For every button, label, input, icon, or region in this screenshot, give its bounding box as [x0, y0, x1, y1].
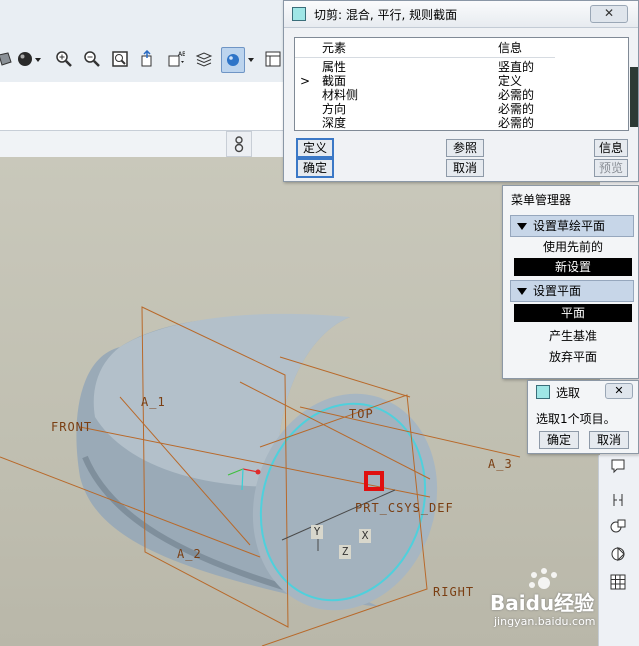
- menu-item-plane[interactable]: 平面: [514, 304, 632, 322]
- row-info: 必需的: [498, 116, 535, 130]
- menu-item-abandon-plane[interactable]: 放弃平面: [514, 348, 632, 366]
- collapse-triangle-icon: [517, 288, 527, 295]
- column-header-info: 信息: [498, 41, 523, 55]
- csys-y-label: Y: [311, 525, 323, 539]
- dialog-icon: [536, 385, 550, 399]
- watermark: Baidu经验 jingyan.baidu.com: [480, 567, 608, 637]
- grid-icon[interactable]: [609, 573, 627, 591]
- dropdown-arrow-icon[interactable]: [32, 47, 44, 71]
- feature-definition-dialog: 切剪: 混合, 平行, 规则截面 ✕ 元素 信息 属性 竖直的 > 截面 定义 …: [283, 0, 639, 182]
- menu-section-label: 设置草绘平面: [533, 219, 606, 233]
- row-element: 方向: [322, 102, 347, 116]
- axis-a2-label: A_2: [177, 547, 202, 561]
- menu-item-new-setting[interactable]: 新设置: [514, 258, 632, 276]
- select-dialog: 选取 ✕ 选取1个项目。 确定 取消: [527, 380, 639, 454]
- zoom-in-icon[interactable]: [53, 47, 75, 71]
- define-button[interactable]: 定义: [296, 138, 334, 158]
- ok-button[interactable]: 确定: [296, 158, 334, 178]
- row-info: 定义: [498, 74, 523, 88]
- model-tree-icon[interactable]: [262, 47, 284, 71]
- menu-section-set-plane[interactable]: 设置平面: [510, 280, 634, 302]
- ok-button[interactable]: 确定: [539, 431, 579, 449]
- datum-front-label: FRONT: [51, 420, 93, 434]
- table-row[interactable]: 材料侧 必需的: [295, 88, 625, 102]
- reorient-icon[interactable]: [137, 47, 159, 71]
- cancel-button[interactable]: 取消: [589, 431, 629, 449]
- saved-views-icon[interactable]: AB: [165, 47, 187, 71]
- bracket-icon[interactable]: [609, 491, 627, 509]
- row-element: 截面: [322, 74, 347, 88]
- close-button[interactable]: ✕: [605, 383, 633, 399]
- select-message: 选取1个项目。: [536, 412, 616, 426]
- scrollbar[interactable]: [630, 67, 638, 127]
- menu-section-sketch-plane[interactable]: 设置草绘平面: [510, 215, 634, 237]
- table-row[interactable]: > 截面 定义: [295, 74, 625, 88]
- element-list[interactable]: 元素 信息 属性 竖直的 > 截面 定义 材料侧 必需的 方向 必需的 深度 必…: [294, 37, 629, 131]
- table-row[interactable]: 方向 必需的: [295, 102, 625, 116]
- axis-a1-label: A_1: [141, 395, 166, 409]
- csys-x-label: X: [359, 529, 371, 543]
- row-element: 材料侧: [322, 88, 359, 102]
- menu-manager: 菜单管理器 设置草绘平面 使用先前的 新设置 设置平面 平面 产生基准 放弃平面: [502, 185, 639, 379]
- row-info: 必需的: [498, 88, 535, 102]
- axis-a3-label: A_3: [488, 457, 513, 471]
- dialog-title: 切剪: 混合, 平行, 规则截面: [314, 7, 458, 22]
- svg-text:AB: AB: [178, 51, 185, 58]
- table-row[interactable]: 深度 必需的: [295, 116, 625, 130]
- reference-button[interactable]: 参照: [446, 139, 484, 157]
- info-button[interactable]: 信息: [594, 139, 628, 157]
- zoom-out-icon[interactable]: [81, 47, 103, 71]
- row-element: 深度: [322, 116, 347, 130]
- dialog-icon: [292, 7, 306, 21]
- datum-plane-icon[interactable]: [609, 517, 627, 535]
- spin-center-icon[interactable]: [226, 131, 252, 157]
- row-marker: >: [300, 74, 311, 88]
- main-toolbar: AB: [0, 0, 300, 83]
- menu-item-use-previous[interactable]: 使用先前的: [514, 238, 632, 256]
- dialog-title: 选取: [556, 385, 581, 400]
- table-row[interactable]: 属性 竖直的: [295, 60, 625, 74]
- cancel-button[interactable]: 取消: [446, 159, 484, 177]
- menu-manager-title: 菜单管理器: [511, 193, 572, 207]
- dialog-titlebar[interactable]: 切剪: 混合, 平行, 规则截面 ✕: [284, 1, 638, 28]
- preview-button[interactable]: 预览: [594, 159, 628, 177]
- datum-axis-icon[interactable]: [609, 545, 627, 563]
- datum-right-label: RIGHT: [433, 585, 475, 599]
- dropdown-arrow-icon[interactable]: [245, 47, 257, 71]
- row-info: 必需的: [498, 102, 535, 116]
- refit-icon[interactable]: [109, 47, 131, 71]
- layers-icon[interactable]: [193, 47, 215, 71]
- menu-item-create-datum[interactable]: 产生基准: [514, 327, 632, 345]
- column-header-element: 元素: [322, 41, 347, 55]
- row-element: 属性: [322, 60, 347, 74]
- watermark-url: jingyan.baidu.com: [494, 615, 596, 628]
- appearance-icon[interactable]: [221, 47, 245, 73]
- datum-top-label: TOP: [349, 407, 374, 421]
- row-info: 竖直的: [498, 60, 535, 74]
- csys-label: PRT_CSYS_DEF: [355, 501, 454, 515]
- collapse-triangle-icon: [517, 223, 527, 230]
- watermark-brand: Baidu经验: [490, 591, 595, 615]
- note-icon[interactable]: [609, 457, 627, 475]
- dialog-titlebar[interactable]: 选取 ✕: [528, 381, 638, 403]
- menu-section-label: 设置平面: [533, 284, 582, 298]
- csys-z-label: Z: [339, 545, 351, 559]
- close-button[interactable]: ✕: [590, 5, 628, 23]
